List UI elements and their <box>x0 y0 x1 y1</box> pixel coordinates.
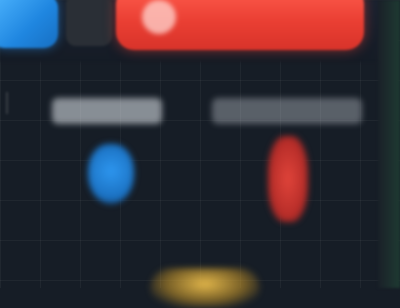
right-panel-label <box>212 98 362 124</box>
right-panel[interactable] <box>196 74 376 254</box>
blue-marker-icon <box>88 144 134 204</box>
app-canvas <box>0 0 400 308</box>
red-marker-icon <box>268 136 308 222</box>
blue-tab-button[interactable] <box>0 0 58 48</box>
side-indicator <box>6 92 8 114</box>
left-panel[interactable] <box>36 74 176 254</box>
left-panel-label <box>52 98 162 124</box>
circle-icon <box>142 0 176 34</box>
dark-tab-button[interactable] <box>66 0 112 46</box>
primary-action-button[interactable] <box>116 0 364 50</box>
right-edge-panel <box>378 0 400 288</box>
bottom-button[interactable] <box>150 268 260 308</box>
